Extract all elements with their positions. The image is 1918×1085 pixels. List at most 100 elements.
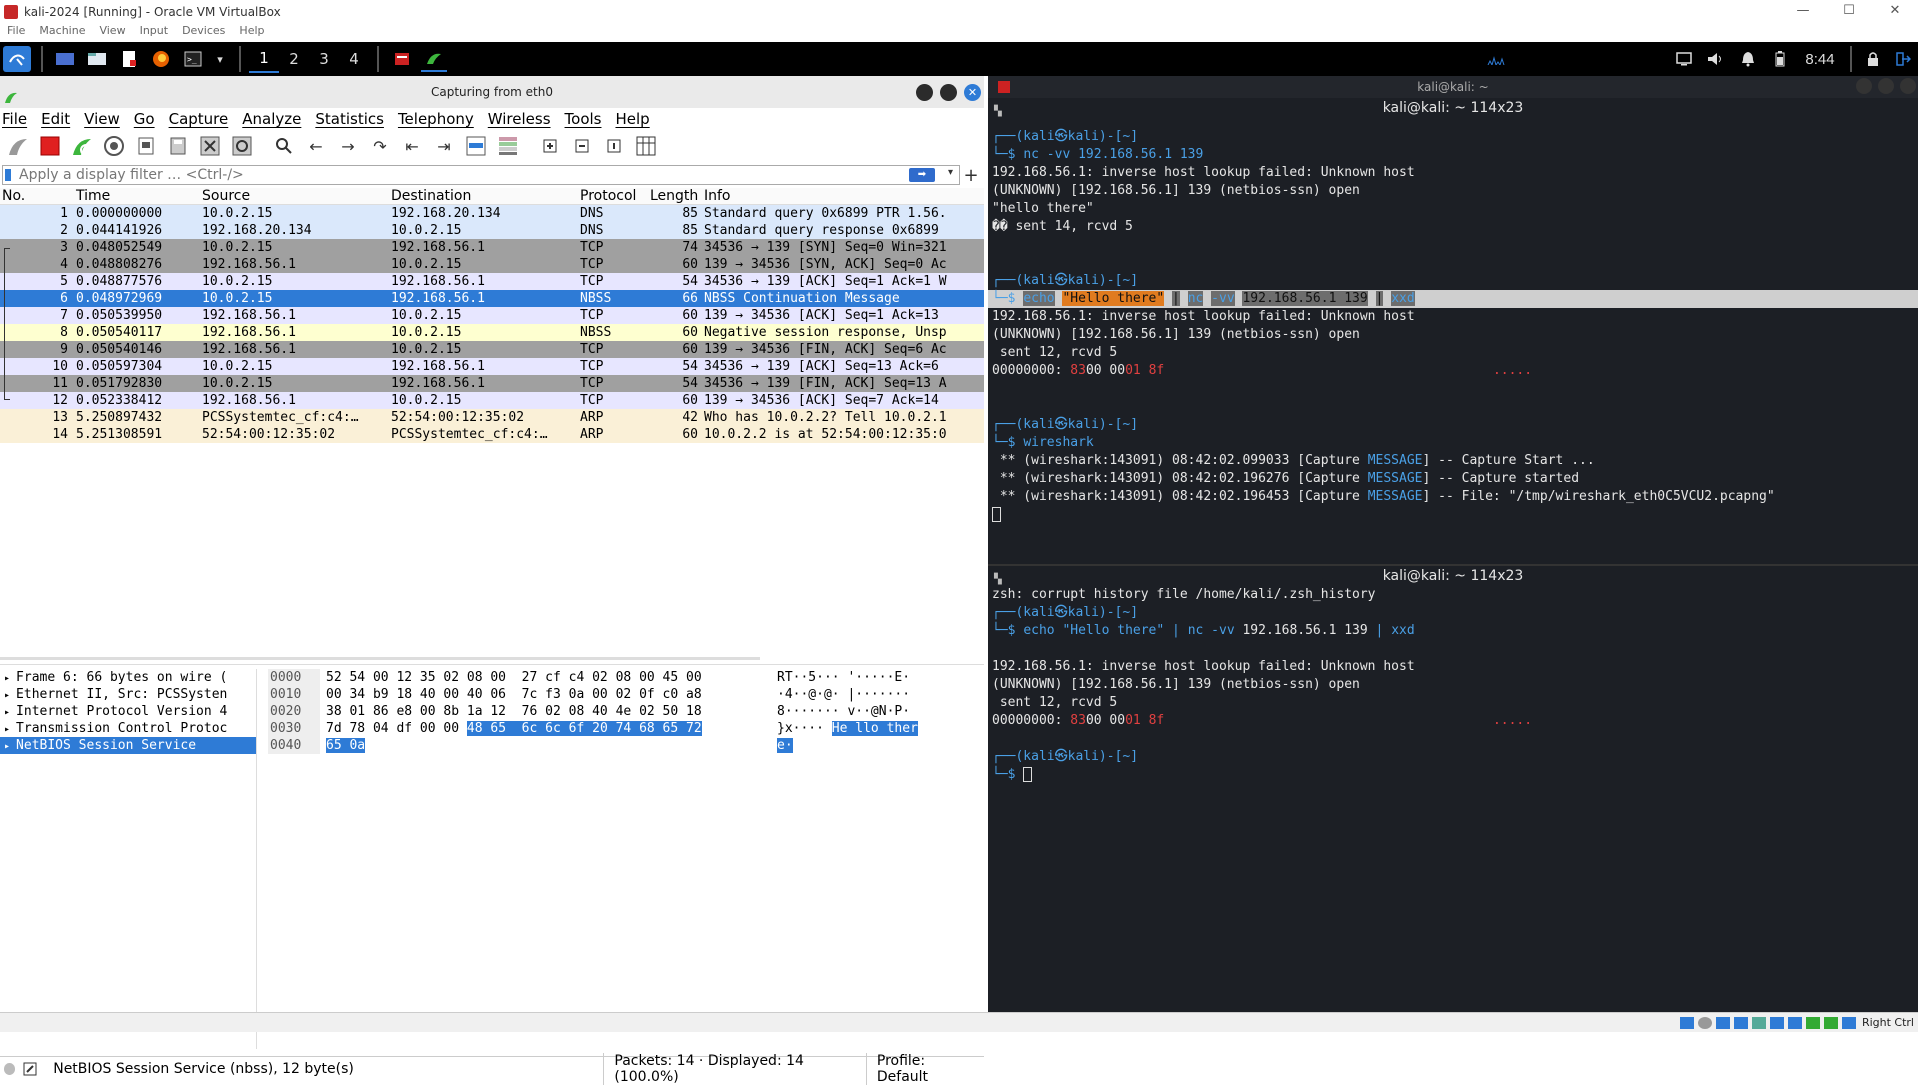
resize-columns-icon[interactable] — [634, 134, 658, 158]
chevron-down-icon[interactable]: ▾ — [213, 46, 227, 72]
packet-row[interactable]: 10 0.050597304 10.0.2.15 192.168.56.1 TCP 54 3… — [0, 358, 984, 375]
packet-row[interactable]: 2 0.044141926 192.168.20.134 10.0.2.15 DNS 85… — [0, 222, 984, 239]
stop-capture-icon[interactable] — [38, 134, 62, 158]
hex-bytes[interactable]: 38 01 86 e8 00 8b 1a 12 76 02 08 40 4e 0… — [320, 703, 777, 720]
menu-go[interactable]: Go — [132, 110, 159, 128]
close-file-icon[interactable] — [198, 134, 222, 158]
col-time[interactable]: Time — [72, 188, 200, 204]
terminal-pane-bottom[interactable]: zsh: corrupt history file /home/kali/.zs… — [988, 586, 1918, 784]
expert-info-icon[interactable] — [4, 1062, 16, 1075]
close-button[interactable]: ✕ — [1872, 0, 1918, 24]
packet-row[interactable]: 7 0.050539950 192.168.56.1 10.0.2.15 TCP 60 13… — [0, 307, 984, 324]
workspace-1[interactable]: 1 — [249, 45, 279, 73]
vbox-menu-help[interactable]: Help — [232, 24, 271, 42]
hex-ascii[interactable]: 8······· v··@N·P· — [777, 703, 977, 720]
packet-row[interactable]: 3 0.048052549 10.0.2.15 192.168.56.1 TCP 74 34… — [0, 239, 984, 256]
menu-wireless[interactable]: Wireless — [486, 110, 555, 128]
menu-analyze[interactable]: Analyze — [240, 110, 305, 128]
terminal-icon[interactable]: >_ — [181, 46, 205, 72]
col-source[interactable]: Source — [200, 188, 389, 204]
maximize-button[interactable]: ☐ — [1826, 0, 1872, 24]
packet-row[interactable]: 14 5.251308591 52:54:00:12:35:02 PCSSystemt… — [0, 426, 984, 443]
pane-grid-icon[interactable]: ▚ — [994, 102, 1002, 122]
menu-help[interactable]: Help — [613, 110, 653, 128]
terminal-minimize-button[interactable] — [1856, 78, 1872, 94]
col-protocol[interactable]: Protocol — [578, 188, 650, 204]
lock-icon[interactable] — [1862, 46, 1884, 72]
start-capture-icon[interactable] — [6, 134, 30, 158]
menu-view[interactable]: View — [82, 110, 124, 128]
autoscroll-icon[interactable] — [464, 134, 488, 158]
vbox-menu-file[interactable]: File — [0, 24, 32, 42]
terminal-cursor[interactable] — [1023, 767, 1033, 782]
packet-row[interactable]: 8 0.050540117 192.168.56.1 10.0.2.15 NBSS 60 N… — [0, 324, 984, 341]
clock[interactable]: 8:44 — [1800, 46, 1840, 72]
colorize-icon[interactable] — [496, 134, 520, 158]
expand-arrow-icon[interactable]: ▸ — [4, 673, 16, 684]
packet-row[interactable]: 13 5.250897432 PCSSystemtec_cf:c4:… 52:54:0… — [0, 409, 984, 426]
capture-comment-icon[interactable] — [23, 1062, 37, 1076]
text-editor-icon[interactable] — [117, 46, 141, 72]
volume-icon[interactable] — [1704, 46, 1728, 72]
packet-row[interactable]: 1 0.000000000 10.0.2.15 192.168.20.134 DNS 85… — [0, 205, 984, 222]
vbox-menu-machine[interactable]: Machine — [32, 24, 92, 42]
tree-item[interactable]: ▸ NetBIOS Session Service — [0, 737, 256, 754]
reload-file-icon[interactable] — [230, 134, 254, 158]
packet-row[interactable]: 9 0.050540146 192.168.56.1 10.0.2.15 TCP 60 13… — [0, 341, 984, 358]
hex-ascii[interactable]: }x···· He llo ther — [777, 720, 977, 737]
menu-statistics[interactable]: Statistics — [313, 110, 388, 128]
menu-edit[interactable]: Edit — [39, 110, 74, 128]
packet-row[interactable]: 4 0.048808276 192.168.56.1 10.0.2.15 TCP 60 13… — [0, 256, 984, 273]
horizontal-scrollbar[interactable] — [0, 657, 760, 660]
restart-capture-icon[interactable] — [70, 134, 94, 158]
logout-icon[interactable] — [1892, 46, 1914, 72]
col-no[interactable]: No. — [0, 188, 72, 204]
open-file-icon[interactable] — [134, 134, 158, 158]
filter-dropdown-icon[interactable]: ▾ — [948, 167, 953, 178]
tree-item[interactable]: ▸ Ethernet II, Src: PCSSysten — [0, 686, 256, 703]
go-back-icon[interactable]: ← — [304, 134, 328, 158]
workspace-2[interactable]: 2 — [279, 45, 309, 73]
packet-row[interactable]: 5 0.048877576 10.0.2.15 192.168.56.1 TCP 54 34… — [0, 273, 984, 290]
terminal-close-button[interactable] — [1900, 78, 1916, 94]
display-filter-input[interactable]: Apply a display filter … <Ctrl-/> ➡ ▾ — [2, 165, 960, 185]
expand-arrow-icon[interactable]: ▸ — [4, 724, 16, 735]
go-to-packet-icon[interactable]: ↷ — [368, 134, 392, 158]
pane-grid-icon[interactable]: ▚ — [994, 570, 1002, 590]
vbox-menu-input[interactable]: Input — [133, 24, 175, 42]
kali-menu-icon[interactable] — [3, 46, 31, 72]
col-length[interactable]: Length — [650, 188, 702, 204]
display-icon[interactable] — [1672, 46, 1696, 72]
expand-arrow-icon[interactable]: ▸ — [4, 707, 16, 718]
hex-bytes[interactable]: 52 54 00 12 35 02 08 00 27 cf c4 02 08 0… — [320, 669, 777, 686]
hex-ascii[interactable]: RT··5··· '·····E· — [777, 669, 977, 686]
firefox-icon[interactable] — [149, 46, 173, 72]
terminal-task-icon[interactable] — [391, 46, 413, 72]
zoom-in-icon[interactable] — [538, 134, 562, 158]
status-profile[interactable]: Profile: Default — [865, 1052, 984, 1085]
go-forward-icon[interactable]: → — [336, 134, 360, 158]
packet-row[interactable]: 12 0.052338412 192.168.56.1 10.0.2.15 TCP 60 1… — [0, 392, 984, 409]
menu-telephony[interactable]: Telephony — [396, 110, 478, 128]
hex-ascii[interactable]: e· — [777, 737, 977, 754]
col-destination[interactable]: Destination — [389, 188, 578, 204]
packet-row[interactable]: 6 0.048972969 10.0.2.15 192.168.56.1 NBSS 66 N… — [0, 290, 984, 307]
save-file-icon[interactable] — [166, 134, 190, 158]
go-first-icon[interactable]: ⇤ — [400, 134, 424, 158]
wireshark-minimize-button[interactable] — [916, 84, 933, 101]
tree-item[interactable]: ▸ Internet Protocol Version 4 — [0, 703, 256, 720]
hex-bytes[interactable]: 00 34 b9 18 40 00 40 06 7c f3 0a 00 02 0… — [320, 686, 777, 703]
menu-tools[interactable]: Tools — [563, 110, 606, 128]
hex-ascii[interactable]: ·4··@·@· |······· — [777, 686, 977, 703]
go-last-icon[interactable]: ⇥ — [432, 134, 456, 158]
terminal-maximize-button[interactable] — [1878, 78, 1894, 94]
terminal-pane-top[interactable]: ┌──(kali㉿kali)-[~] └─$ nc -vv 192.168.56.… — [988, 118, 1918, 564]
apply-filter-arrow-icon[interactable]: ➡ — [909, 168, 935, 182]
normal-size-icon[interactable] — [602, 134, 626, 158]
vbox-menu-devices[interactable]: Devices — [175, 24, 232, 42]
tree-item[interactable]: ▸ Transmission Control Protoc — [0, 720, 256, 737]
hex-bytes[interactable]: 7d 78 04 df 00 00 48 65 6c 6c 6f 20 74 6… — [320, 720, 777, 737]
wireshark-task-icon[interactable] — [421, 46, 447, 72]
menu-capture[interactable]: Capture — [167, 110, 233, 128]
vbox-menu-view[interactable]: View — [92, 24, 132, 42]
